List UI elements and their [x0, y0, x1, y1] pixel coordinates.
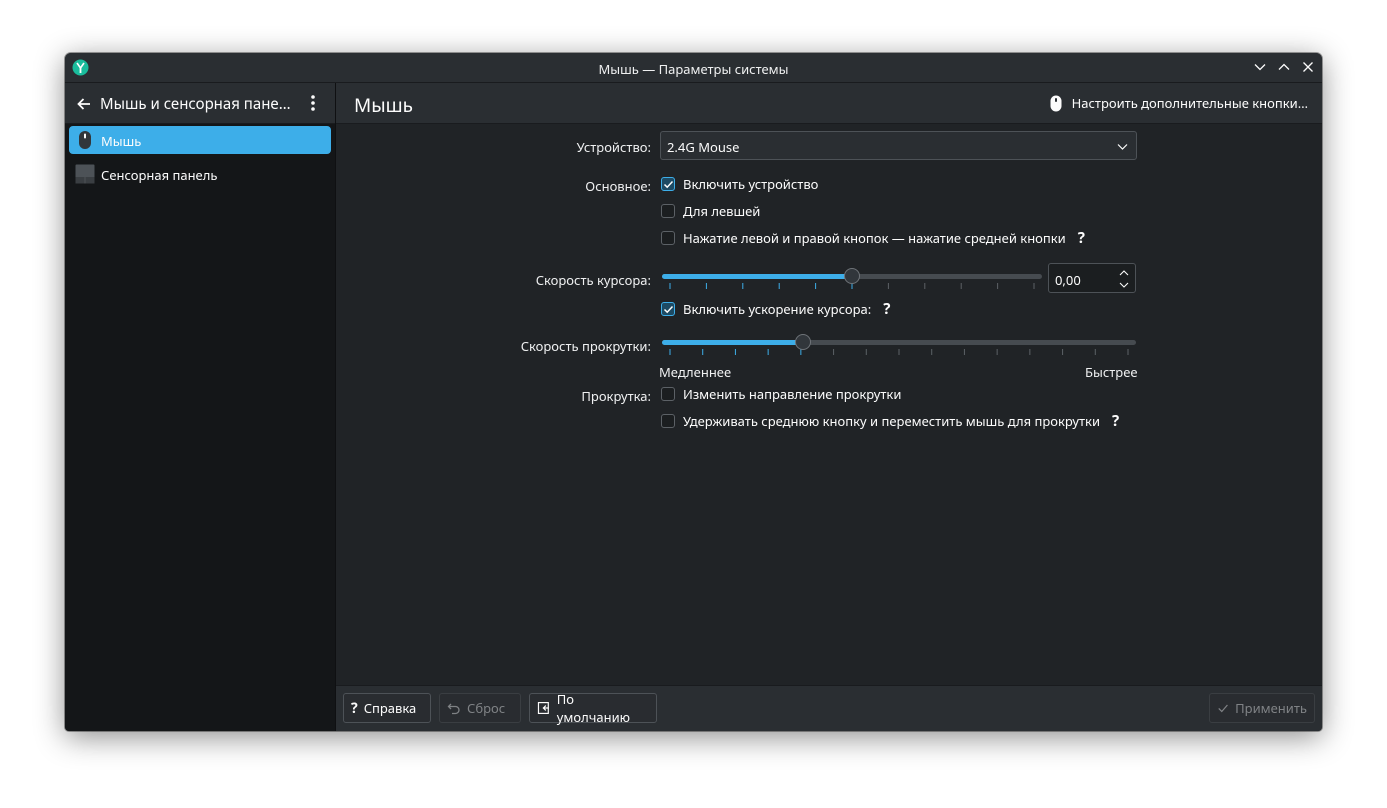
middle-emulation-checkbox[interactable]: Нажатие левой и правой кнопок — нажатие …: [661, 228, 1085, 248]
help-icon: ?: [351, 698, 358, 718]
slider-handle[interactable]: [794, 334, 811, 350]
window-title: Мышь — Параметры системы: [598, 60, 789, 78]
configure-extra-buttons-button[interactable]: Настроить дополнительные кнопки…: [1050, 93, 1308, 113]
touchpad-icon: [75, 164, 95, 184]
pointer-speed-value: 0,00: [1055, 271, 1081, 289]
sidebar-item-mouse[interactable]: Мышь: [69, 126, 331, 154]
pointer-speed-spinbox[interactable]: 0,00: [1048, 263, 1136, 293]
defaults-button-label: По умолчанию: [556, 690, 631, 726]
help-icon[interactable]: ?: [1078, 228, 1085, 248]
mouse-settings-form: Устройство: 2.4G Mouse Основное: Включит…: [336, 124, 1322, 685]
settings-window: Мышь — Параметры системы Мышь и сенсорна…: [65, 53, 1322, 731]
reset-button[interactable]: Сброс: [439, 693, 521, 723]
slider-fill: [662, 274, 852, 279]
restore-defaults-icon: [537, 702, 549, 714]
mouse-icon: [1050, 95, 1062, 111]
scroll-speed-slider[interactable]: [662, 333, 1136, 357]
scroll-speed-label: Скорость прокрутки:: [520, 337, 651, 355]
reset-button-label: Сброс: [467, 699, 506, 717]
spin-arrows-icon[interactable]: [1118, 268, 1130, 290]
defaults-button[interactable]: По умолчанию: [529, 690, 657, 726]
checkbox-box[interactable]: [661, 302, 675, 316]
sidebar: Мышь и сенсорная пане… Мышь Сенсорная па…: [65, 83, 336, 731]
checkbox-box[interactable]: [661, 177, 675, 191]
slider-ticks: [669, 349, 1129, 355]
sidebar-header: Мышь и сенсорная пане…: [65, 83, 335, 124]
device-label: Устройство:: [576, 138, 651, 156]
checkbox-box[interactable]: [661, 204, 675, 218]
middle-button-scroll-label: Удерживать среднюю кнопку и переместить …: [683, 412, 1101, 430]
left-handed-label: Для левшей: [683, 202, 761, 220]
chevron-down-icon: [1117, 144, 1128, 150]
sidebar-item-label: Сенсорная панель: [101, 166, 218, 184]
device-value: 2.4G Mouse: [667, 138, 740, 156]
slider-fill: [662, 340, 803, 345]
sidebar-title: Мышь и сенсорная пане…: [100, 94, 291, 114]
page-header: Мышь Настроить дополнительные кнопки…: [336, 83, 1322, 124]
checkbox-box[interactable]: [661, 387, 675, 401]
slider-ticks: [669, 283, 1035, 289]
chevron-up-icon: [1278, 63, 1290, 70]
help-icon[interactable]: ?: [883, 299, 890, 319]
checkmark-icon: [663, 305, 673, 313]
help-button[interactable]: ? Справка: [343, 693, 431, 723]
pointer-speed-slider[interactable]: [662, 267, 1042, 291]
checkbox-box[interactable]: [661, 231, 675, 245]
enable-device-checkbox[interactable]: Включить устройство: [661, 175, 818, 193]
pointer-acceleration-label: Включить ускорение курсора:: [683, 300, 872, 318]
slider-handle[interactable]: [844, 268, 860, 284]
scrolling-label: Прокрутка:: [581, 387, 651, 405]
sidebar-item-label: Мышь: [101, 132, 142, 150]
checkmark-icon: [1218, 704, 1228, 713]
help-button-label: Справка: [363, 699, 417, 717]
chevron-down-icon: [1254, 64, 1266, 71]
slower-label: Медленнее: [659, 363, 732, 381]
general-label: Основное:: [585, 177, 651, 195]
button-bar: ? Справка Сброс По умолчанию Применить: [336, 685, 1322, 731]
apply-button-label: Применить: [1235, 699, 1307, 717]
invert-scroll-checkbox[interactable]: Изменить направление прокрутки: [661, 385, 901, 403]
device-combobox[interactable]: 2.4G Mouse: [660, 131, 1137, 160]
minimize-button[interactable]: [1250, 57, 1270, 77]
close-icon: [1303, 62, 1313, 72]
apply-button[interactable]: Применить: [1209, 693, 1315, 723]
undo-icon: [447, 703, 460, 715]
enable-device-label: Включить устройство: [683, 175, 819, 193]
checkmark-icon: [663, 180, 673, 188]
sidebar-item-touchpad[interactable]: Сенсорная панель: [69, 160, 331, 188]
faster-label: Быстрее: [1085, 363, 1138, 381]
configure-extra-buttons-label: Настроить дополнительные кнопки…: [1071, 94, 1308, 112]
title-bar[interactable]: Мышь — Параметры системы: [65, 53, 1322, 83]
page-title: Мышь: [354, 92, 413, 118]
middle-emulation-label: Нажатие левой и правой кнопок — нажатие …: [683, 229, 1066, 247]
pointer-speed-label: Скорость курсора:: [535, 271, 651, 289]
left-handed-checkbox[interactable]: Для левшей: [661, 202, 760, 220]
middle-button-scroll-checkbox[interactable]: Удерживать среднюю кнопку и переместить …: [661, 411, 1119, 431]
mouse-icon: [79, 131, 91, 149]
overflow-menu-icon[interactable]: [307, 94, 319, 112]
pointer-acceleration-checkbox[interactable]: Включить ускорение курсора: ?: [661, 299, 890, 319]
close-button[interactable]: [1298, 57, 1318, 77]
back-arrow-icon[interactable]: [75, 95, 93, 113]
help-icon[interactable]: ?: [1112, 411, 1119, 431]
checkbox-box[interactable]: [661, 414, 675, 428]
maximize-button[interactable]: [1274, 57, 1294, 77]
invert-scroll-label: Изменить направление прокрутки: [683, 385, 902, 403]
